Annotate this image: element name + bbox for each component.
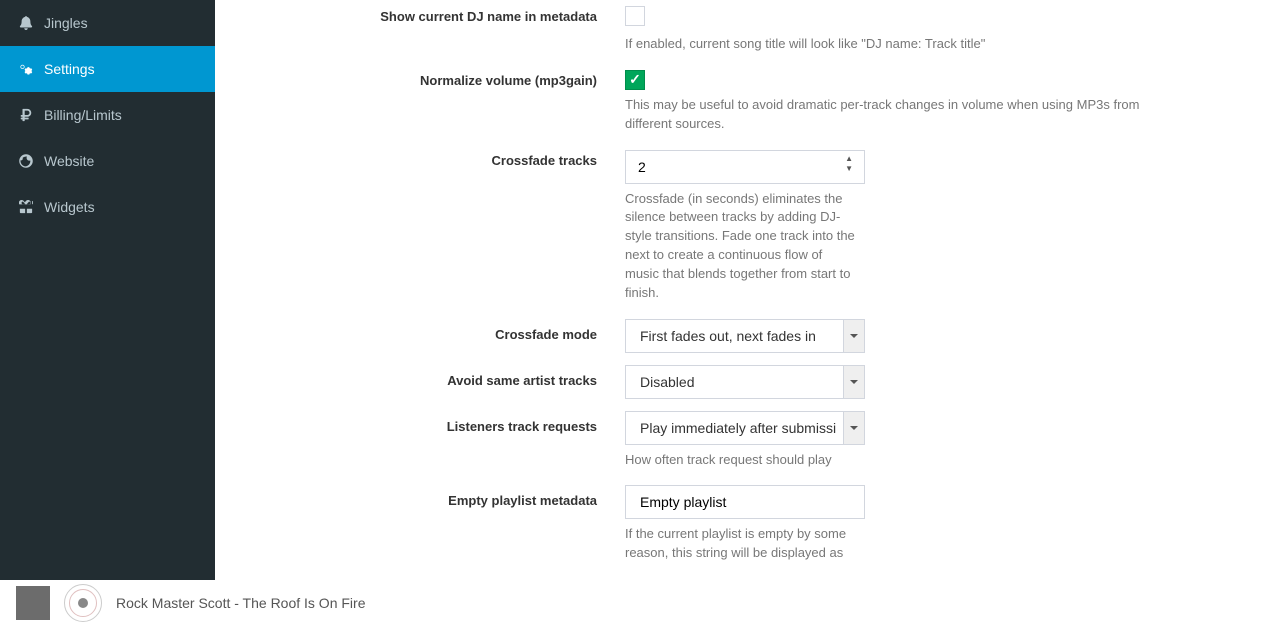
avoid-artist-select[interactable]: Disabled xyxy=(625,365,865,399)
sidebar-item-label: Settings xyxy=(44,61,95,77)
crossfade-mode-select[interactable]: First fades out, next fades in xyxy=(625,319,865,353)
player-footer: Rock Master Scott - The Roof Is On Fire xyxy=(0,580,1266,626)
empty-playlist-label: Empty playlist metadata xyxy=(255,485,625,563)
track-requests-select[interactable]: Play immediately after submissi xyxy=(625,411,865,445)
globe-icon xyxy=(16,154,36,168)
sidebar-item-jingles[interactable]: Jingles xyxy=(0,0,215,46)
empty-playlist-input[interactable] xyxy=(625,485,865,519)
crossfade-label: Crossfade tracks xyxy=(255,150,625,303)
sidebar-item-widgets[interactable]: Widgets xyxy=(0,184,215,230)
show-dj-checkbox[interactable] xyxy=(625,6,645,26)
now-playing-title: Rock Master Scott - The Roof Is On Fire xyxy=(116,595,365,611)
normalize-label: Normalize volume (mp3gain) xyxy=(255,70,625,134)
album-art-icon[interactable] xyxy=(64,584,102,622)
track-requests-help: How often track request should play xyxy=(625,451,865,470)
avoid-artist-label: Avoid same artist tracks xyxy=(255,365,625,399)
normalize-help: This may be useful to avoid dramatic per… xyxy=(625,96,1145,134)
gift-icon xyxy=(16,200,36,214)
bell-icon xyxy=(16,16,36,30)
sidebar: Jingles Settings Billing/Limits Website … xyxy=(0,0,215,580)
sidebar-item-label: Widgets xyxy=(44,199,95,215)
normalize-checkbox[interactable] xyxy=(625,70,645,90)
player-control-icon[interactable] xyxy=(16,586,50,620)
crossfade-input[interactable] xyxy=(625,150,865,184)
show-dj-label: Show current DJ name in metadata xyxy=(255,6,625,54)
crossfade-mode-label: Crossfade mode xyxy=(255,319,625,353)
track-requests-label: Listeners track requests xyxy=(255,411,625,470)
settings-form: Show current DJ name in metadata If enab… xyxy=(215,0,1266,580)
crossfade-stepper[interactable]: ▲▼ xyxy=(843,154,855,174)
show-dj-help: If enabled, current song title will look… xyxy=(625,35,985,54)
ruble-icon xyxy=(16,108,36,122)
sidebar-item-website[interactable]: Website xyxy=(0,138,215,184)
sidebar-item-billing[interactable]: Billing/Limits xyxy=(0,92,215,138)
crossfade-help: Crossfade (in seconds) eliminates the si… xyxy=(625,190,857,303)
cogs-icon xyxy=(16,62,36,76)
sidebar-item-settings[interactable]: Settings xyxy=(0,46,215,92)
sidebar-item-label: Website xyxy=(44,153,94,169)
empty-playlist-help: If the current playlist is empty by some… xyxy=(625,525,857,563)
sidebar-item-label: Billing/Limits xyxy=(44,107,122,123)
sidebar-item-label: Jingles xyxy=(44,15,88,31)
